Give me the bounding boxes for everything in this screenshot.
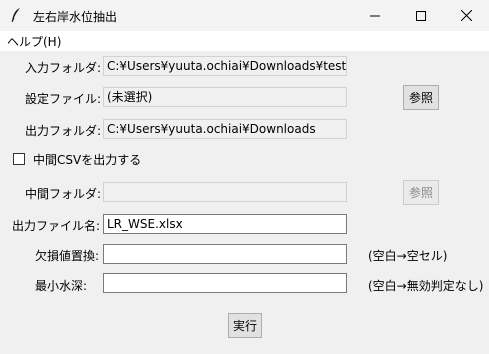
- intermediate-csv-label[interactable]: 中間CSVを出力する: [33, 151, 141, 168]
- close-icon: [460, 10, 472, 21]
- min-depth-label: 最小水深:: [35, 279, 88, 293]
- output-filename-input[interactable]: LR_WSE.xlsx: [103, 214, 347, 234]
- input-folder-field[interactable]: C:¥Users¥yuuta.ochiai¥Downloads¥test-12: [103, 56, 347, 76]
- settings-file-label: 設定ファイル:: [25, 92, 102, 106]
- feather-icon: [11, 8, 20, 23]
- output-folder-field[interactable]: C:¥Users¥yuuta.ochiai¥Downloads: [103, 119, 347, 139]
- menu-bar: ヘルプ(H): [0, 31, 489, 51]
- min-depth-hint: (空白→無効判定なし): [368, 279, 484, 293]
- intermediate-browse-button[interactable]: 参照: [403, 180, 439, 205]
- title-bar: 左右岸水位抽出: [0, 0, 489, 31]
- output-filename-label: 出力ファイル名:: [12, 219, 101, 233]
- missing-value-hint: (空白→空セル): [368, 249, 448, 263]
- output-folder-label: 出力フォルダ:: [25, 124, 102, 138]
- min-depth-input[interactable]: [103, 273, 347, 293]
- intermediate-folder-field[interactable]: [103, 182, 347, 202]
- intermediate-csv-checkbox[interactable]: [13, 153, 25, 165]
- close-button[interactable]: [443, 0, 489, 31]
- minimize-button[interactable]: [352, 0, 398, 31]
- settings-file-field[interactable]: (未選択): [103, 87, 347, 107]
- intermediate-folder-label: 中間フォルダ:: [25, 187, 102, 201]
- maximize-button[interactable]: [398, 0, 444, 31]
- minimize-icon: [370, 15, 380, 16]
- menu-help[interactable]: ヘルプ(H): [7, 33, 61, 50]
- missing-value-input[interactable]: [103, 244, 347, 264]
- missing-value-label: 欠損値置換:: [35, 249, 100, 263]
- maximize-icon: [416, 10, 426, 21]
- input-folder-label: 入力フォルダ:: [25, 61, 102, 75]
- settings-browse-button[interactable]: 参照: [403, 85, 439, 110]
- run-button[interactable]: 実行: [228, 313, 262, 338]
- window-title: 左右岸水位抽出: [33, 10, 118, 24]
